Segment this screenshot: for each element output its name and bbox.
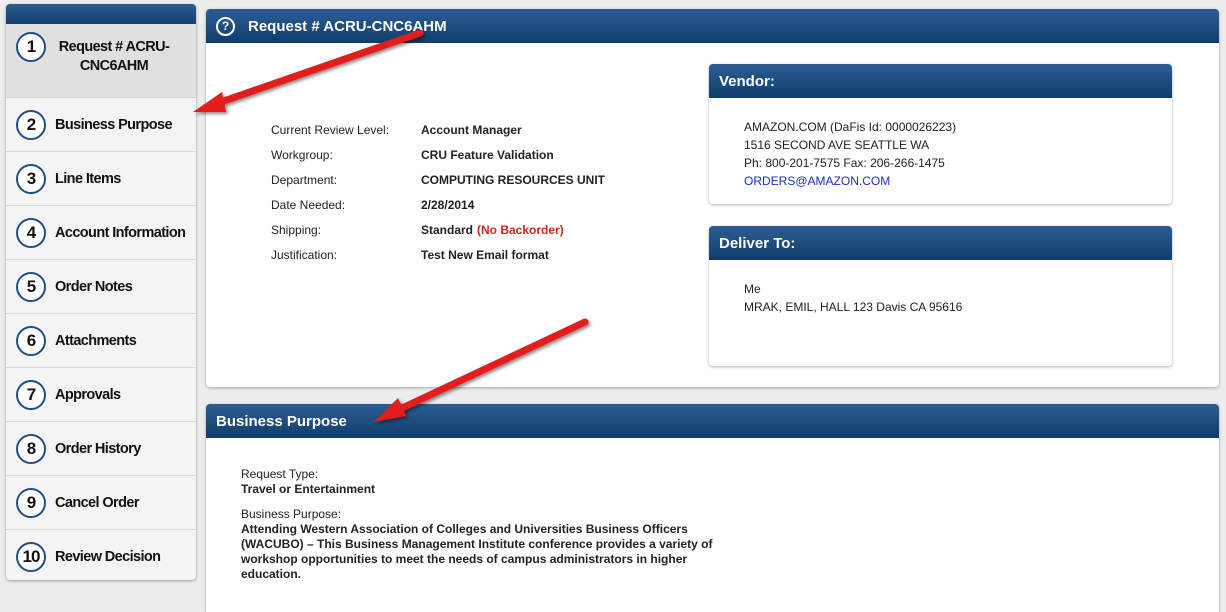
detail-value: Account Manager (421, 123, 522, 137)
help-icon[interactable]: ? (216, 16, 235, 36)
sidebar-item-label: Account Information (55, 224, 186, 241)
purpose-line: Attending Western Association of College… (241, 522, 688, 536)
vendor-address: 1516 SECOND AVE SEATTLE WA (744, 138, 930, 152)
vendor-details: AMAZON.COM (DaFis Id: 0000026223) 1516 S… (744, 118, 956, 190)
step-number-badge: 10 (16, 542, 46, 572)
sidebar-item-label: Line Items (55, 170, 121, 187)
sidebar-item-label: Review Decision (55, 549, 161, 565)
request-type-value: Travel or Entertainment (241, 482, 376, 496)
detail-label: Date Needed: (271, 198, 346, 212)
detail-date-needed: Date Needed: 2/28/2014 (271, 198, 474, 214)
sidebar-item-business-purpose[interactable]: 2 Business Purpose (6, 98, 196, 152)
step-number-badge: 3 (16, 163, 46, 194)
deliver-details: Me MRAK, EMIL, HALL 123 Davis CA 95616 (744, 280, 962, 316)
sidebar-header-bar (6, 4, 196, 24)
business-purpose-title: Business Purpose (216, 412, 347, 430)
vendor-email-link[interactable]: ORDERS@AMAZON.COM (744, 172, 956, 190)
request-type-label: Request Type: (241, 467, 319, 481)
sidebar-item-attachments[interactable]: 6 Attachments (6, 314, 196, 368)
vendor-title: Vendor: (719, 72, 775, 90)
deliver-address: MRAK, EMIL, HALL 123 Davis CA 95616 (744, 300, 963, 314)
deliver-title: Deliver To: (719, 234, 796, 252)
detail-review-level: Current Review Level: Account Manager (271, 123, 522, 139)
no-backorder-note: (No Backorder) (477, 223, 564, 237)
step-number-badge: 1 (16, 32, 46, 62)
detail-value: 2/28/2014 (421, 198, 475, 212)
detail-value: COMPUTING RESOURCES UNIT (421, 173, 606, 187)
detail-department: Department: COMPUTING RESOURCES UNIT (271, 173, 605, 189)
detail-value: CRU Feature Validation (421, 148, 554, 162)
detail-label: Current Review Level: (271, 123, 390, 137)
sidebar-item-review-decision[interactable]: 10 Review Decision (6, 530, 196, 580)
sidebar-item-label: Request # ACRU-CNC6AHM (58, 39, 170, 74)
vendor-box: Vendor: AMAZON.COM (DaFis Id: 0000026223… (709, 64, 1172, 204)
detail-shipping: Shipping: Standard (No Backorder) (271, 223, 564, 239)
sidebar-item-order-history[interactable]: 8 Order History (6, 422, 196, 476)
purpose-line: workshop opportunities to meet the needs… (241, 552, 688, 566)
request-panel-header: ? Request # ACRU-CNC6AHM (206, 9, 1219, 43)
step-number-badge: 9 (16, 487, 46, 518)
detail-justification: Justification: Test New Email format (271, 248, 549, 264)
sidebar-item-label: Order Notes (55, 278, 133, 295)
detail-value: Test New Email format (421, 248, 549, 262)
deliver-header: Deliver To: (709, 226, 1172, 260)
detail-label: Department: (271, 173, 338, 187)
sidebar-item-approvals[interactable]: 7 Approvals (6, 368, 196, 422)
step-number-badge: 6 (16, 325, 46, 356)
step-sidebar: 1 Request # ACRU-CNC6AHM 2 Business Purp… (6, 4, 196, 580)
detail-value: Standard (421, 223, 474, 237)
deliver-to-box: Deliver To: Me MRAK, EMIL, HALL 123 Davi… (709, 226, 1172, 366)
purpose-line: (WACUBO) – This Business Management Inst… (241, 537, 713, 551)
purpose-label: Business Purpose: (241, 507, 342, 521)
sidebar-item-line-items[interactable]: 3 Line Items (6, 152, 196, 206)
step-number-badge: 8 (16, 433, 46, 464)
request-type-block: Request Type: Travel or Entertainment (241, 467, 375, 497)
vendor-header: Vendor: (709, 64, 1172, 98)
detail-label: Shipping: (271, 223, 322, 237)
detail-label: Justification: (271, 248, 338, 262)
sidebar-item-cancel-order[interactable]: 9 Cancel Order (6, 476, 196, 530)
step-number-badge: 5 (16, 271, 46, 302)
sidebar-item-label: Business Purpose (55, 116, 173, 133)
purpose-block: Business Purpose: Attending Western Asso… (241, 507, 712, 582)
business-purpose-header: Business Purpose (206, 404, 1219, 438)
request-title: Request # ACRU-CNC6AHM (248, 17, 447, 35)
detail-label: Workgroup: (271, 148, 333, 162)
deliver-recipient: Me (744, 282, 761, 296)
sidebar-item-label: Attachments (55, 332, 137, 349)
business-purpose-panel: Business Purpose Request Type: Travel or… (206, 404, 1219, 612)
sidebar-item-label: Order History (55, 440, 141, 457)
detail-workgroup: Workgroup: CRU Feature Validation (271, 148, 554, 164)
step-number-badge: 4 (16, 217, 46, 248)
sidebar-item-order-notes[interactable]: 5 Order Notes (6, 260, 196, 314)
step-number-badge: 7 (16, 379, 46, 410)
sidebar-item-label: Approvals (55, 386, 121, 403)
vendor-name: AMAZON.COM (DaFis Id: 0000026223) (744, 120, 957, 134)
sidebar-item-request[interactable]: 1 Request # ACRU-CNC6AHM (6, 24, 196, 98)
vendor-phone: Ph: 800-201-7575 Fax: 206-266-1475 (744, 156, 945, 170)
step-number-badge: 2 (16, 109, 46, 140)
sidebar-item-label: Cancel Order (55, 494, 139, 511)
purpose-line: education. (241, 567, 302, 581)
sidebar-item-account-information[interactable]: 4 Account Information (6, 206, 196, 260)
